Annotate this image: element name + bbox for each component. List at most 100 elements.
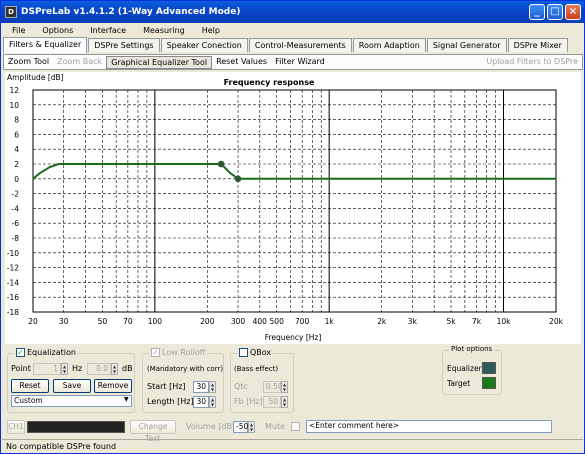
tab-control-measurements[interactable]: Control-Measurements (248, 38, 352, 52)
window-title: DSPreLab v1.4.1.2 (1-Way Advanced Mode) (21, 7, 241, 17)
tab-filters-equalizer[interactable]: Filters & Equalizer (3, 37, 88, 53)
target-curve-line (32, 163, 556, 180)
hz-stepper[interactable]: ▲ ▼ (111, 363, 118, 375)
hz-field[interactable]: 0.0 (87, 363, 111, 375)
fb-label: Fb [Hz] (234, 397, 263, 406)
target-color-swatch[interactable] (482, 377, 496, 389)
x-axis-label: Frequency [Hz] (265, 333, 322, 342)
chevron-down-icon: ▼ (124, 396, 129, 403)
y-tick-label: -4 (12, 204, 20, 213)
start-field[interactable]: 30 (193, 381, 209, 393)
y-tick-label: -14 (7, 278, 19, 287)
x-tick-label: 5k (446, 317, 456, 326)
x-tick-label: 100 (148, 317, 163, 326)
remove-button[interactable]: Remove (94, 379, 132, 393)
frequency-chart-panel[interactable]: Amplitude [dB] Frequency response Freque… (5, 72, 581, 344)
filter-wizard-button[interactable]: Filter Wizard (271, 56, 329, 69)
menu-interface[interactable]: Interface (79, 26, 132, 35)
y-tick-label: -2 (12, 190, 20, 199)
volume-stepper[interactable]: ▲ ▼ (248, 421, 255, 433)
y-tick-label: 2 (14, 160, 19, 169)
comment-input[interactable]: <Enter comment here> (306, 420, 552, 433)
tab-room-adaption[interactable]: Room Adaption (352, 38, 426, 52)
toolbar: Zoom Tool Zoom Back Graphical Equalizer … (3, 54, 583, 70)
equalization-checkbox[interactable]: ✓ (16, 348, 25, 357)
menu-options[interactable]: Options (31, 26, 79, 35)
volume-field[interactable]: -50 (233, 421, 248, 433)
start-stepper[interactable]: ▲ ▼ (209, 381, 216, 393)
mute-checkbox[interactable] (291, 422, 300, 431)
point-stepper[interactable]: ▲ ▼ (61, 363, 68, 375)
app-icon: D (5, 6, 17, 18)
x-tick-label: 30 (59, 317, 69, 326)
menu-file[interactable]: File (1, 26, 31, 35)
chart-title: Frequency response (224, 78, 315, 87)
menu-help[interactable]: Help (191, 26, 226, 35)
point-label: Point (11, 364, 31, 373)
change-text-button[interactable]: Change Text (130, 420, 176, 443)
reset-button[interactable]: Reset (11, 379, 49, 393)
maximize-button[interactable]: □ (547, 4, 563, 20)
y-tick-label: -16 (7, 293, 19, 302)
upload-filters-button[interactable]: Upload Filters to DSPre (486, 57, 578, 66)
y-tick-label: 10 (9, 101, 19, 110)
y-tick-label: -10 (7, 249, 19, 258)
x-tick-label: 700 (295, 317, 310, 326)
point-field[interactable]: 1 (33, 363, 61, 375)
title-bar[interactable]: D DSPreLab v1.4.1.2 (1-Way Advanced Mode… (1, 1, 584, 23)
length-label: Length [Hz] (147, 397, 194, 406)
volume-label: Volume [dB] (186, 422, 236, 431)
x-tick-label: 7k (472, 317, 482, 326)
graphical-equalizer-button[interactable]: Graphical Equalizer Tool (106, 55, 213, 69)
x-tick-label: 2k (377, 317, 387, 326)
status-text: No compatible DSPre found (6, 442, 117, 451)
low-rolloff-note: (Mandatory with corr) (147, 365, 224, 373)
y-tick-label: 6 (14, 130, 19, 139)
plot-frame (32, 89, 557, 313)
x-tick-label: 70 (123, 317, 133, 326)
tab-speaker-connection[interactable]: Speaker Conection (160, 38, 248, 52)
close-button[interactable]: × (565, 4, 581, 20)
save-button[interactable]: Save (53, 379, 91, 393)
status-bar: No compatible DSPre found (2, 439, 583, 453)
zoom-back-button[interactable]: Zoom Back (53, 56, 106, 69)
preset-select[interactable]: Custom (11, 395, 132, 407)
length-stepper[interactable]: ▲ ▼ (209, 396, 216, 408)
reset-values-button[interactable]: Reset Values (212, 56, 271, 69)
y-tick-label: -18 (7, 308, 19, 317)
channel-button[interactable]: CH1 (7, 420, 25, 434)
y-tick-label: 12 (9, 86, 19, 95)
qtc-stepper[interactable]: ▲ ▼ (281, 381, 288, 393)
level-meter (27, 421, 125, 433)
tab-dspre-settings[interactable]: DSPre Settings (88, 38, 160, 52)
length-field[interactable]: 30 (193, 396, 209, 408)
minimize-button[interactable]: _ (529, 4, 545, 20)
x-tick-label: 200 (200, 317, 215, 326)
equalizer-color-swatch[interactable] (482, 362, 496, 374)
curve-control-point (217, 160, 225, 168)
tab-signal-generator[interactable]: Signal Generator (426, 38, 507, 52)
y-tick-label: -6 (12, 219, 20, 228)
qtc-label: Qtc (234, 382, 248, 391)
fb-field[interactable]: 50 (263, 396, 281, 408)
x-tick-label: 400 (253, 317, 268, 326)
curve-control-point (234, 175, 242, 183)
low-rolloff-checkbox[interactable]: ✓ (151, 348, 160, 357)
x-tick-label: 50 (98, 317, 108, 326)
menu-bar: File Options Interface Measuring Help (1, 23, 584, 37)
qbox-checkbox[interactable] (239, 348, 248, 357)
tab-dspre-mixer[interactable]: DSPre Mixer (507, 38, 568, 52)
menu-measuring[interactable]: Measuring (132, 26, 191, 35)
equalization-label: Equalization (27, 348, 76, 357)
x-tick-label: 1k (325, 317, 335, 326)
fb-stepper[interactable]: ▲ ▼ (281, 396, 288, 408)
x-tick-label: 300 (231, 317, 246, 326)
y-tick-label: -8 (12, 234, 20, 243)
zoom-tool-button[interactable]: Zoom Tool (4, 56, 53, 69)
qtc-field[interactable]: 0.50 (263, 381, 283, 393)
y-axis-label: Amplitude [dB] (7, 73, 64, 82)
x-tick-label: 20 (28, 317, 38, 326)
low-rolloff-label: Low Rolloff (162, 348, 206, 357)
hz-label: Hz (72, 364, 83, 373)
frequency-response-chart[interactable]: Amplitude [dB] Frequency response Freque… (5, 72, 581, 344)
